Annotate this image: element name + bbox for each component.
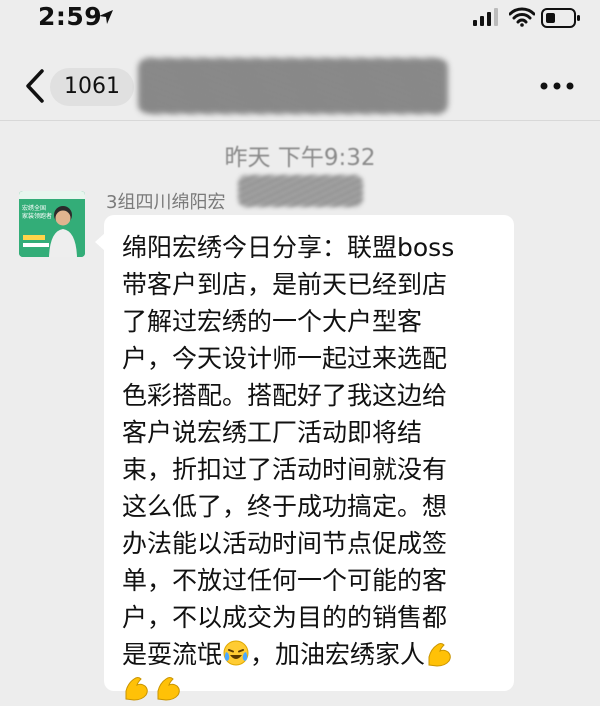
wifi-icon xyxy=(509,7,535,27)
unread-count-badge[interactable]: 1061 xyxy=(50,68,134,106)
message-line: 单，不放过任何一个可能的客 xyxy=(122,566,448,595)
message-emoji-row xyxy=(122,655,182,706)
message-line: 了解过宏绣的一个大户型客 xyxy=(122,307,423,336)
message-line: 这么低了，终于成功搞定。想 xyxy=(122,492,448,521)
message-line: 户，不以成交为目的的销售都 xyxy=(122,603,448,632)
message-line: 束，折扣过了活动时间就没有 xyxy=(122,455,448,484)
chat-header: 1061 xyxy=(0,52,600,121)
avatar[interactable]: 宏绣全国 家装领跑者 xyxy=(19,191,85,257)
chat-title-redacted xyxy=(138,58,448,114)
cellular-signal-icon xyxy=(473,8,498,26)
sender-name: 3组四川绵阳宏 xyxy=(106,192,226,213)
avatar-caption: 宏绣全国 家装领跑者 xyxy=(22,205,53,220)
message-bubble[interactable]: 绵阳宏绣今日分享：联盟boss 带客户到店，是前天已经到店 了解过宏绣的一个大户… xyxy=(95,215,514,701)
status-time: 2:59 xyxy=(38,2,103,31)
chevron-left-icon[interactable] xyxy=(24,68,46,104)
message-line: 绵阳宏绣今日分享：联盟boss xyxy=(122,233,455,262)
status-bar: 2:59 xyxy=(0,0,600,40)
location-arrow-icon xyxy=(99,10,113,24)
message-timestamp: 昨天 下午9:32 xyxy=(224,145,376,171)
flexed-biceps-emoji-icon xyxy=(428,643,451,667)
message-line: 色彩搭配。搭配好了我这边给 xyxy=(122,381,448,410)
sender-name-redacted xyxy=(238,175,363,207)
message-text: ，加油宏绣家人 xyxy=(250,640,426,669)
message-line: 办法能以活动时间节点促成签 xyxy=(122,529,448,558)
laughing-crying-emoji-icon xyxy=(223,640,249,666)
battery-icon xyxy=(541,8,580,28)
more-dots-icon[interactable] xyxy=(540,82,574,90)
message-line: 客户说宏绣工厂活动即将结 xyxy=(122,418,423,447)
avatar-image xyxy=(19,191,85,257)
message-line: 带客户到店，是前天已经到店 xyxy=(122,270,448,299)
message-line: 户，今天设计师一起过来选配 xyxy=(122,344,448,373)
